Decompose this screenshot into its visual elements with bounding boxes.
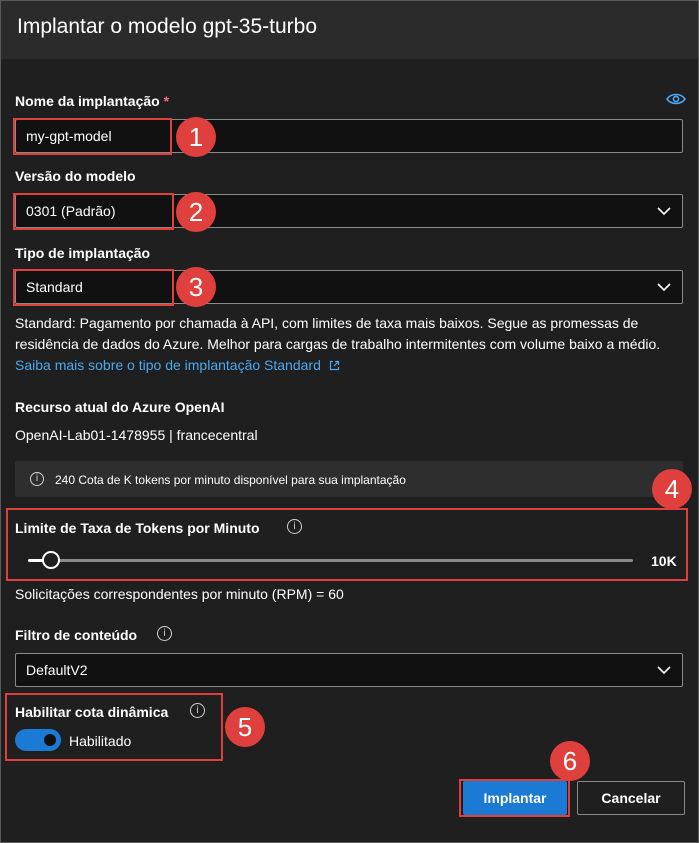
learn-more-link[interactable]: Saiba mais sobre o tipo de implantação S… <box>15 357 340 373</box>
dialog-header: Implantar o modelo gpt-35-turbo <box>1 1 698 59</box>
resource-label: Recurso atual do Azure OpenAI <box>15 399 225 415</box>
content-filter-select[interactable]: DefaultV2 <box>15 653 683 687</box>
annotation-badge-3: 3 <box>176 267 216 307</box>
cancel-button[interactable]: Cancelar <box>577 781 685 815</box>
annotation-badge-6: 6 <box>550 741 590 781</box>
content-filter-value: DefaultV2 <box>26 662 88 678</box>
annotation-box-6 <box>459 779 570 817</box>
annotation-box-5 <box>5 693 223 761</box>
content-filter-label: Filtro de conteúdo <box>15 627 138 643</box>
annotation-badge-5: 5 <box>225 707 265 747</box>
deployment-type-description-text: Standard: Pagamento por chamada à API, c… <box>15 315 661 352</box>
resource-value: OpenAI-Lab01-1478955 | francecentral <box>15 427 258 443</box>
annotation-badge-4: 4 <box>652 469 692 509</box>
chevron-down-icon <box>657 207 671 216</box>
annotation-box-4 <box>6 508 688 581</box>
dialog-title: Implantar o modelo gpt-35-turbo <box>17 15 317 38</box>
deployment-name-label: Nome da implantação * <box>15 93 169 109</box>
model-version-label: Versão do modelo <box>15 168 136 184</box>
chevron-down-icon <box>657 666 671 675</box>
annotation-box-3 <box>13 269 174 306</box>
deployment-type-description: Standard: Pagamento por chamada à API, c… <box>15 313 687 376</box>
annotation-box-2 <box>13 193 174 230</box>
quota-info-bar: i 240 Cota de K tokens por minuto dispon… <box>15 461 683 497</box>
deployment-name-label-text: Nome da implantação <box>15 93 160 109</box>
rpm-text: Solicitações correspondentes por minuto … <box>15 586 344 602</box>
info-icon: i <box>30 472 44 486</box>
eye-icon[interactable] <box>666 92 686 106</box>
external-link-icon <box>329 360 339 371</box>
annotation-badge-1: 1 <box>176 117 216 157</box>
learn-more-link-text: Saiba mais sobre o tipo de implantação S… <box>15 357 321 373</box>
annotation-badge-2: 2 <box>176 192 216 232</box>
annotation-box-1 <box>13 118 172 155</box>
chevron-down-icon <box>657 283 671 292</box>
deployment-type-label: Tipo de implantação <box>15 245 151 261</box>
required-asterisk: * <box>163 93 170 109</box>
info-icon[interactable]: i <box>157 626 172 641</box>
quota-info-text: 240 Cota de K tokens por minuto disponív… <box>55 473 406 487</box>
